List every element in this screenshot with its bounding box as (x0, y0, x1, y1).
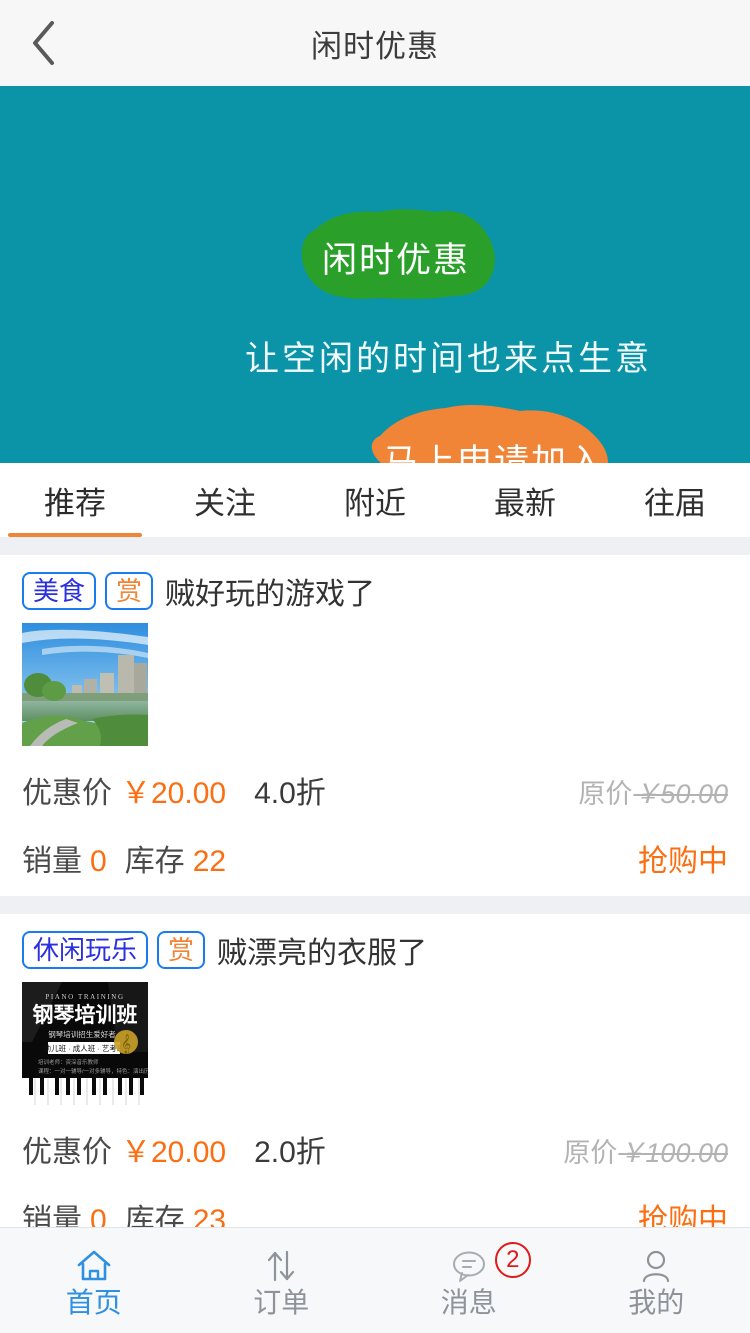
price-value: ￥20.00 (121, 1127, 226, 1171)
original-price-block: 原价￥100.00 (563, 1131, 728, 1170)
status-badge: 抢购中 (638, 1195, 728, 1227)
stats-row: 销量 0 库存 23 抢购中 (22, 1195, 728, 1227)
award-badge: 赏 (105, 572, 153, 610)
nav-item-messages[interactable]: 消息 2 (375, 1228, 563, 1333)
stock-label: 库存 (125, 836, 185, 880)
nav-item-home[interactable]: 首页 (0, 1228, 188, 1333)
sales-value: 0 (90, 845, 107, 879)
original-price-block: 原价￥50.00 (578, 772, 728, 811)
chat-bubble-icon (449, 1245, 489, 1287)
sales-value: 0 (90, 1204, 107, 1227)
original-price-label: 原价 (563, 1138, 617, 1168)
svg-text:课程：一对一辅导/一对多辅导，特色：演出历练: 课程：一对一辅导/一对多辅导，特色：演出历练 (38, 1067, 148, 1075)
nav-item-profile[interactable]: 我的 (563, 1228, 750, 1333)
list-item[interactable]: 休闲玩乐 赏 贼漂亮的衣服了 PIANO TRAINING 钢琴培训班 钢琴培训… (0, 914, 750, 1227)
tab-newest[interactable]: 最新 (450, 463, 600, 537)
tabs-divider (0, 537, 750, 555)
original-price-value: ￥50.00 (633, 779, 728, 809)
price-row: 优惠价 ￥20.00 2.0折 原价￥100.00 (22, 1127, 728, 1171)
tab-past[interactable]: 往届 (600, 463, 750, 537)
tab-recommend[interactable]: 推荐 (0, 463, 150, 537)
nav-label: 我的 (628, 1289, 684, 1317)
card-header: 休闲玩乐 赏 贼漂亮的衣服了 (22, 928, 728, 972)
stats-row: 销量 0 库存 22 抢购中 (22, 836, 728, 880)
award-badge: 赏 (157, 931, 205, 969)
price-label: 优惠价 (22, 1127, 112, 1171)
stock-value: 23 (193, 1204, 226, 1227)
item-thumbnail[interactable]: PIANO TRAINING 钢琴培训班 钢琴培训招生爱好者 幼儿班 · 成人班… (22, 982, 148, 1105)
category-badge: 美食 (22, 572, 96, 610)
sales-label: 销量 (22, 1195, 82, 1227)
promo-banner[interactable]: 闲时优惠 让空闲的时间也来点生意 马上申请加入 (0, 86, 750, 463)
svg-text:钢琴培训招生爱好者: 钢琴培训招生爱好者 (48, 1029, 116, 1039)
page-title: 闲时优惠 (311, 21, 439, 66)
person-icon (637, 1245, 675, 1287)
back-button[interactable] (0, 0, 86, 86)
banner-subtitle: 让空闲的时间也来点生意 (245, 331, 652, 380)
list-item[interactable]: 美食 赏 贼好玩的游戏了 (0, 555, 750, 896)
tab-nearby[interactable]: 附近 (300, 463, 450, 537)
tab-follow[interactable]: 关注 (150, 463, 300, 537)
original-price-label: 原价 (578, 779, 632, 809)
list-divider (0, 896, 750, 914)
bottom-navigation: 首页 订单 消息 (0, 1227, 750, 1333)
sales-label: 销量 (22, 836, 82, 880)
sort-arrows-icon (262, 1245, 300, 1287)
category-tabs: 推荐 关注 附近 最新 往届 (0, 463, 750, 537)
item-title: 贼漂亮的衣服了 (217, 928, 427, 972)
item-title: 贼好玩的游戏了 (165, 569, 375, 613)
nav-item-orders[interactable]: 订单 (188, 1228, 376, 1333)
price-label: 优惠价 (22, 768, 112, 812)
stock-label: 库存 (125, 1195, 185, 1227)
original-price-value: ￥100.00 (618, 1138, 728, 1168)
home-icon (75, 1245, 113, 1287)
tab-label: 附近 (344, 478, 406, 523)
piano-training-poster: PIANO TRAINING 钢琴培训班 钢琴培训招生爱好者 幼儿班 · 成人班… (22, 982, 148, 1105)
app-root: 闲时优惠 闲时优惠 让空闲的时间也来点生意 马上申请加入 推荐 关注 附近 最新… (0, 0, 750, 1333)
tab-label: 最新 (494, 478, 556, 523)
card-header: 美食 赏 贼好玩的游戏了 (22, 569, 728, 613)
svg-text:PIANO TRAINING: PIANO TRAINING (45, 993, 124, 1001)
category-badge: 休闲玩乐 (22, 931, 148, 969)
tab-label: 推荐 (44, 478, 106, 523)
nav-label: 消息 (441, 1289, 497, 1317)
svg-text:钢琴培训班: 钢琴培训班 (33, 1003, 138, 1027)
discount-value: 4.0折 (254, 768, 326, 812)
svg-text:𝄞: 𝄞 (121, 1034, 131, 1054)
svg-text:培训老师：资深音乐教师: 培训老师：资深音乐教师 (38, 1058, 99, 1066)
page-header: 闲时优惠 (0, 0, 750, 86)
nav-label: 订单 (253, 1289, 309, 1317)
discount-value: 2.0折 (254, 1127, 326, 1171)
price-row: 优惠价 ￥20.00 4.0折 原价￥50.00 (22, 768, 728, 812)
svg-text:幼儿班 · 成人班 · 艺考班: 幼儿班 · 成人班 · 艺考班 (44, 1043, 125, 1053)
banner-cta-label[interactable]: 马上申请加入 (383, 434, 605, 463)
status-badge: 抢购中 (638, 836, 728, 880)
nav-label: 首页 (66, 1289, 122, 1317)
tab-label: 往届 (644, 478, 706, 523)
deal-list: 美食 赏 贼好玩的游戏了 (0, 555, 750, 1227)
price-value: ￥20.00 (121, 768, 226, 812)
city-riverside-photo (22, 623, 148, 746)
unread-count-badge: 2 (495, 1242, 531, 1278)
banner-badge-text: 闲时优惠 (322, 232, 470, 283)
item-thumbnail[interactable] (22, 623, 148, 746)
chevron-left-icon (28, 19, 58, 67)
stock-value: 22 (193, 845, 226, 879)
tab-label: 关注 (194, 478, 256, 523)
